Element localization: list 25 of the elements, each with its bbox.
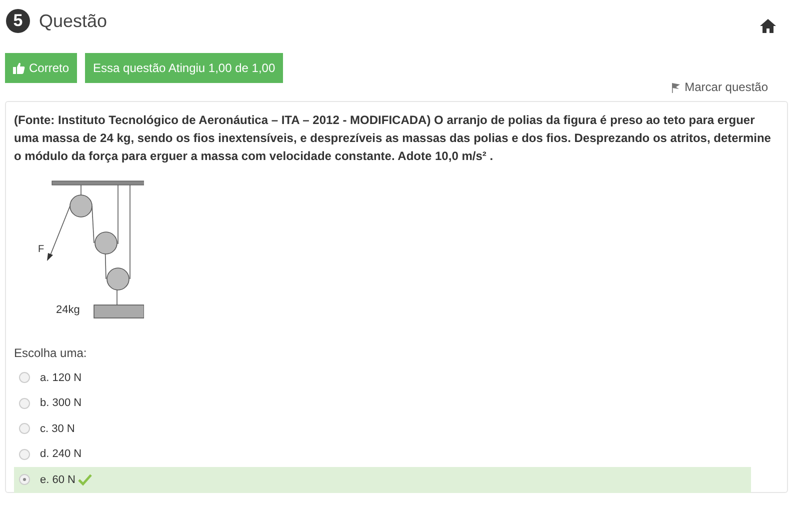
answer-option[interactable]: e. 60 N [14,467,751,492]
radio-button[interactable] [19,423,30,434]
answer-option[interactable]: b. 300 N [14,390,751,416]
choose-prompt: Escolha uma: [14,346,88,360]
option-label: d. 240 N [40,448,82,460]
flag-question-link[interactable]: Marcar questão [670,80,768,94]
question-number: 5 [6,9,30,33]
option-label: e. 60 N [40,474,76,486]
option-label: b. 300 N [40,397,82,410]
answer-option[interactable]: c. 30 N [14,416,751,442]
answer-option[interactable]: a. 120 N [14,365,751,390]
flag-icon [670,82,681,92]
status-label: Correto [29,61,70,75]
home-icon[interactable] [760,19,776,33]
radio-button[interactable] [19,448,30,460]
radio-button[interactable] [19,398,30,409]
question-text: (Fonte: Instituto Tecnológico de Aeronáutica – ITA – 2012 - MODIFICADA) O arranjo de polias da figura é preso ao teto para erguer uma massa de 24 kg, sendo os fios inextensíveis, e desprezíveis as massas das polias e dos fios. Desprezando os atritos, determine o módulo da força para erguer a massa com velocidade constante. Adote 10,0 m/s² . [14,112,772,165]
grade-badge: Essa questão Atingiu 1,00 de 1,00 [85,53,284,83]
thumbs-up-icon [13,62,25,74]
radio-button[interactable] [19,474,30,486]
question-heading: Questão [39,10,108,32]
radio-button[interactable] [19,372,30,384]
option-label: a. 120 N [40,372,82,384]
option-label: c. 30 N [40,422,75,435]
answer-option[interactable]: d. 240 N [14,442,751,467]
